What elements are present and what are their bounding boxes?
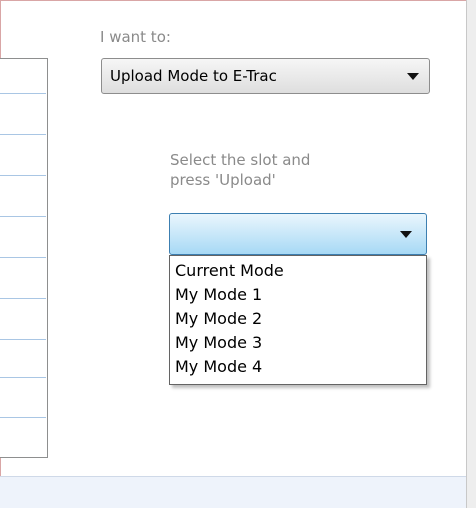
slot-select[interactable] (169, 213, 427, 255)
list-divider (0, 93, 46, 94)
list-divider (0, 417, 46, 418)
scrollbar-strip[interactable] (466, 0, 476, 508)
action-select-value: Upload Mode to E-Trac (110, 67, 277, 85)
slot-option-my-mode-2[interactable]: My Mode 2 (170, 307, 426, 331)
action-select[interactable]: Upload Mode to E-Trac (101, 58, 430, 94)
list-divider (0, 216, 46, 217)
list-divider (0, 377, 46, 378)
slot-hint-line: press 'Upload' (170, 171, 276, 189)
mode-list-panel (0, 58, 48, 458)
list-divider (0, 134, 46, 135)
chevron-down-icon (407, 73, 419, 80)
chevron-down-icon (400, 231, 412, 238)
slot-hint: Select the slot and press 'Upload' (170, 150, 310, 190)
list-divider (0, 298, 46, 299)
slot-option-my-mode-4[interactable]: My Mode 4 (170, 355, 426, 379)
slot-option-my-mode-1[interactable]: My Mode 1 (170, 283, 426, 307)
slot-dropdown-list: Current Mode My Mode 1 My Mode 2 My Mode… (169, 255, 427, 385)
list-divider (0, 339, 46, 340)
want-label: I want to: (100, 28, 171, 46)
footer-bar (0, 476, 466, 508)
list-divider (0, 175, 46, 176)
slot-option-my-mode-3[interactable]: My Mode 3 (170, 331, 426, 355)
slot-option-current-mode[interactable]: Current Mode (170, 259, 426, 283)
list-divider (0, 257, 46, 258)
slot-hint-line: Select the slot and (170, 151, 311, 169)
